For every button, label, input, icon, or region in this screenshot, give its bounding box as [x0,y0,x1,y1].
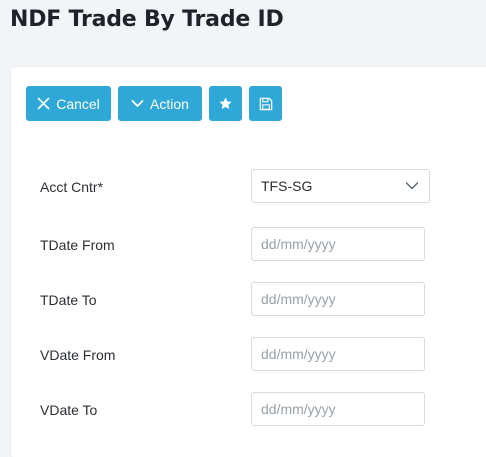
save-icon [259,97,273,111]
tdate-to-label: TDate To [40,292,97,308]
acct-cntr-value: TFS-SG [261,178,313,194]
acct-cntr-select[interactable]: TFS-SG [251,169,430,203]
acct-cntr-row: Acct Cntr* TFS-SG [11,169,486,205]
action-button-label: Action [150,95,189,112]
cancel-button-label: Cancel [56,95,100,112]
chevron-down-icon [405,182,419,191]
vdate-to-input[interactable] [251,392,425,426]
toolbar: Cancel Action [26,86,282,121]
favorite-button[interactable] [209,86,242,121]
cancel-button[interactable]: Cancel [26,86,111,121]
save-button[interactable] [249,86,282,121]
chevron-down-icon [131,97,144,110]
tdate-from-input[interactable] [251,227,425,261]
action-button[interactable]: Action [118,86,202,121]
tdate-to-row: TDate To [11,282,486,318]
tdate-from-label: TDate From [40,237,115,253]
vdate-from-label: VDate From [40,347,116,363]
acct-cntr-label: Acct Cntr* [40,179,104,195]
close-icon [37,97,50,110]
tdate-to-input[interactable] [251,282,425,316]
vdate-from-row: VDate From [11,337,486,373]
form-card: Cancel Action Acct Cntr* TFS-SG TDate Fr… [11,67,486,457]
vdate-from-input[interactable] [251,337,425,371]
tdate-from-row: TDate From [11,227,486,263]
star-icon [218,96,233,111]
page-title: NDF Trade By Trade ID [10,7,284,32]
vdate-to-label: VDate To [40,402,98,418]
vdate-to-row: VDate To [11,392,486,428]
